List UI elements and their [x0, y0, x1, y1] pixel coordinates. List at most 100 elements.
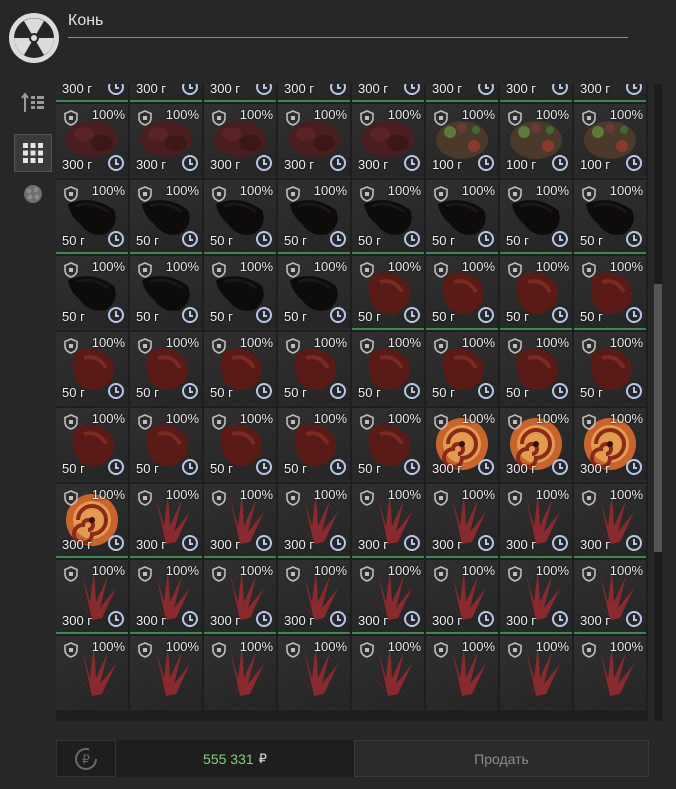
inventory-item[interactable]: 100% 300 г [130, 104, 202, 178]
clock-icon [404, 459, 420, 475]
sort-button[interactable] [14, 84, 52, 122]
inventory-item[interactable]: 100% 50 г [130, 408, 202, 482]
inventory-item[interactable]: 100% 50 г [56, 256, 128, 330]
inventory-item[interactable]: 100% [574, 636, 646, 710]
grid-view-button[interactable] [14, 134, 52, 172]
clock-icon [404, 611, 420, 627]
inventory-item[interactable]: 100% 50 г [574, 332, 646, 406]
inventory-item[interactable]: 100% 50 г [204, 180, 276, 254]
inventory-item[interactable]: 100% 300 г [426, 560, 498, 634]
inventory-item[interactable]: 100% [130, 636, 202, 710]
inventory-item[interactable]: 100% 50 г [130, 256, 202, 330]
inventory-item[interactable]: 100% 50 г [500, 180, 572, 254]
inventory-item[interactable]: 100% 300 г [56, 560, 128, 634]
item-weight: 50 г [210, 385, 233, 400]
refresh-balance-button[interactable]: ₽ [56, 740, 116, 777]
inventory-item[interactable]: 100% [500, 636, 572, 710]
inventory-scrollbar[interactable] [654, 84, 662, 721]
inventory-item[interactable]: 100% 300 г [574, 484, 646, 558]
inventory-item[interactable]: 100% 50 г [426, 332, 498, 406]
clock-icon [256, 459, 272, 475]
inventory-item[interactable]: 100% 300 г [278, 560, 350, 634]
category-button[interactable] [14, 175, 52, 213]
inventory-item[interactable]: 100% [426, 636, 498, 710]
inventory-item[interactable]: 100% 50 г [278, 180, 350, 254]
inventory-item[interactable]: 100% 50 г [204, 332, 276, 406]
item-weight: 50 г [506, 385, 529, 400]
inventory-item[interactable]: 100% 300 г [56, 104, 128, 178]
inventory-item[interactable]: 100% 50 г [130, 180, 202, 254]
shield-icon [138, 338, 152, 354]
inventory-item[interactable]: 100% 300 г [574, 560, 646, 634]
item-condition: 100% [535, 487, 569, 502]
inventory-item[interactable]: 100% 50 г [500, 332, 572, 406]
scrollbar-thumb[interactable] [654, 284, 662, 552]
inventory-item[interactable]: 100% 50 г [574, 180, 646, 254]
inventory-item[interactable]: 100% 100 г [574, 104, 646, 178]
inventory-item[interactable]: 300 г [426, 84, 498, 102]
inventory-item[interactable]: 100% 50 г [130, 332, 202, 406]
inventory-item[interactable]: 300 г [500, 84, 572, 102]
inventory-item[interactable]: 100% 300 г [352, 484, 424, 558]
clock-icon [552, 84, 568, 95]
inventory-item[interactable]: 100% 300 г [500, 484, 572, 558]
inventory-item[interactable]: 100% [56, 636, 128, 710]
inventory-item[interactable]: 100% 50 г [426, 180, 498, 254]
sell-button[interactable]: Продать [354, 740, 649, 777]
item-condition: 100% [165, 335, 199, 350]
inventory-item[interactable]: 100% 300 г [278, 104, 350, 178]
inventory-item[interactable]: 100% 300 г [278, 484, 350, 558]
inventory-item[interactable]: 100% 50 г [352, 256, 424, 330]
inventory-item[interactable]: 100% 50 г [56, 332, 128, 406]
inventory-item[interactable]: 100% 50 г [204, 256, 276, 330]
inventory-item[interactable]: 100% 50 г [278, 256, 350, 330]
inventory-item[interactable]: 100% 300 г [204, 484, 276, 558]
inventory-item[interactable]: 100% 50 г [56, 408, 128, 482]
item-weight: 300 г [136, 537, 167, 552]
inventory-item[interactable]: 100% [204, 636, 276, 710]
shield-icon [64, 642, 78, 658]
item-weight: 50 г [506, 309, 529, 324]
inventory-item[interactable]: 100% 300 г [574, 408, 646, 482]
inventory-item[interactable]: 100% 300 г [204, 560, 276, 634]
item-condition: 100% [165, 563, 199, 578]
inventory-item[interactable]: 100% 50 г [352, 408, 424, 482]
inventory-item[interactable]: 300 г [574, 84, 646, 102]
inventory-item[interactable]: 300 г [130, 84, 202, 102]
inventory-item[interactable]: 100% 300 г [130, 484, 202, 558]
inventory-item[interactable]: 100% 50 г [500, 256, 572, 330]
inventory-item[interactable]: 100% 50 г [352, 180, 424, 254]
inventory-item[interactable]: 100% 50 г [574, 256, 646, 330]
inventory-item[interactable]: 300 г [278, 84, 350, 102]
item-weight: 300 г [210, 537, 241, 552]
inventory-item[interactable]: 300 г [56, 84, 128, 102]
inventory-item[interactable]: 100% [278, 636, 350, 710]
inventory-item[interactable]: 100% 50 г [204, 408, 276, 482]
clock-icon [404, 383, 420, 399]
inventory-item[interactable]: 100% 300 г [204, 104, 276, 178]
item-condition: 100% [535, 639, 569, 654]
inventory-item[interactable]: 100% 100 г [500, 104, 572, 178]
inventory-item[interactable]: 300 г [204, 84, 276, 102]
inventory-item[interactable]: 100% 300 г [426, 408, 498, 482]
inventory-item[interactable]: 100% 300 г [352, 104, 424, 178]
inventory-item[interactable]: 100% 300 г [500, 408, 572, 482]
inventory-item[interactable]: 100% 300 г [56, 484, 128, 558]
inventory-item[interactable]: 100% 50 г [56, 180, 128, 254]
inventory-item[interactable]: 300 г [352, 84, 424, 102]
inventory-item[interactable]: 100% 300 г [500, 560, 572, 634]
shield-icon [360, 414, 374, 430]
inventory-item[interactable]: 100% 300 г [426, 484, 498, 558]
inventory-item[interactable]: 100% 300 г [352, 560, 424, 634]
inventory-item[interactable]: 100% 100 г [426, 104, 498, 178]
shield-icon [582, 262, 596, 278]
item-condition: 100% [239, 487, 273, 502]
inventory-item[interactable]: 100% 50 г [278, 332, 350, 406]
inventory-item[interactable]: 100% 50 г [352, 332, 424, 406]
inventory-item[interactable]: 100% 50 г [426, 256, 498, 330]
inventory-item[interactable]: 100% 300 г [130, 560, 202, 634]
item-weight: 50 г [284, 309, 307, 324]
inventory-item[interactable]: 100% [352, 636, 424, 710]
inventory-item[interactable]: 100% 50 г [278, 408, 350, 482]
item-condition: 100% [387, 487, 421, 502]
